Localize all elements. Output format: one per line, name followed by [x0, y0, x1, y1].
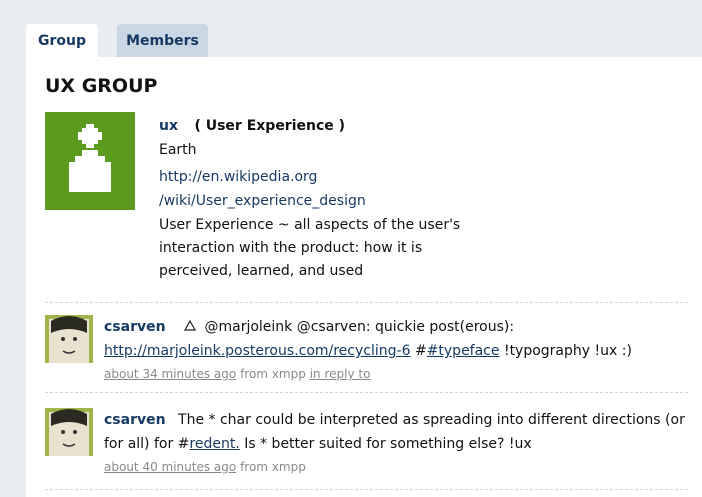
notice-author-link[interactable]: csarven: [104, 319, 166, 335]
group-homepage-link-part1[interactable]: http://en.wikipedia.org: [159, 169, 317, 185]
tab-group[interactable]: Group: [26, 24, 98, 58]
notice-source: xmpp: [271, 367, 306, 381]
user-avatar[interactable]: [45, 408, 93, 456]
triangle-icon: [184, 320, 197, 331]
divider: [45, 489, 688, 490]
group-description: User Experience ~ all aspects of the use…: [159, 214, 499, 283]
notice-tag-link[interactable]: #typeface: [427, 343, 500, 359]
divider: [45, 302, 688, 303]
group-logo: [45, 112, 135, 210]
notice-meta: about 40 minutes ago from xmpp: [104, 456, 689, 478]
tab-members[interactable]: Members: [117, 24, 208, 58]
notice-tag-link[interactable]: redent.: [189, 436, 239, 452]
notice-reply-link[interactable]: in reply to: [310, 367, 371, 381]
notice-hash: #: [414, 343, 427, 359]
group-fullname: ( User Experience ): [194, 118, 346, 134]
group-description-line: User Experience ~ all aspects of the use…: [159, 217, 461, 233]
group-panel: UX GROUP ux ( User Experience ) Earth ht…: [26, 57, 702, 497]
notice-time-link[interactable]: about 34 minutes ago: [104, 367, 236, 381]
group-location: Earth: [159, 142, 197, 158]
page-title: UX GROUP: [45, 75, 158, 97]
notice-text: Is * better suited for something else? !…: [244, 436, 532, 452]
divider: [45, 392, 688, 393]
notice-body: csarven @marjoleink @csarven: quickie po…: [104, 315, 689, 385]
group-info: ux ( User Experience ) Earth http://en.w…: [159, 114, 499, 283]
notice-link[interactable]: http://marjoleink.posterous.com/recyclin…: [104, 343, 410, 359]
notice-from-label: from: [240, 367, 268, 381]
notice-from-label: from: [240, 460, 268, 474]
group-homepage-link-part2[interactable]: /wiki/User_experience_design: [159, 193, 366, 209]
group-description-line: interaction with the product: how it is: [159, 240, 423, 256]
notice-text: The * char could be interpreted as sprea…: [178, 412, 685, 428]
notice-text: @marjoleink @csarven: quickie post(erous…: [204, 319, 515, 335]
notice-body: csarven The * char could be interpreted …: [104, 408, 689, 478]
notice-meta: about 34 minutes ago from xmpp in reply …: [104, 363, 689, 385]
user-avatar[interactable]: [45, 315, 93, 363]
notice-text: !typography !ux :): [503, 343, 632, 359]
group-nickname-link[interactable]: ux: [159, 118, 178, 134]
notice-text: for all) for #: [104, 436, 190, 452]
group-description-line: perceived, learned, and used: [159, 263, 364, 279]
notice-source: xmpp: [271, 460, 306, 474]
notice-time-link[interactable]: about 40 minutes ago: [104, 460, 236, 474]
notice-author-link[interactable]: csarven: [104, 412, 166, 428]
